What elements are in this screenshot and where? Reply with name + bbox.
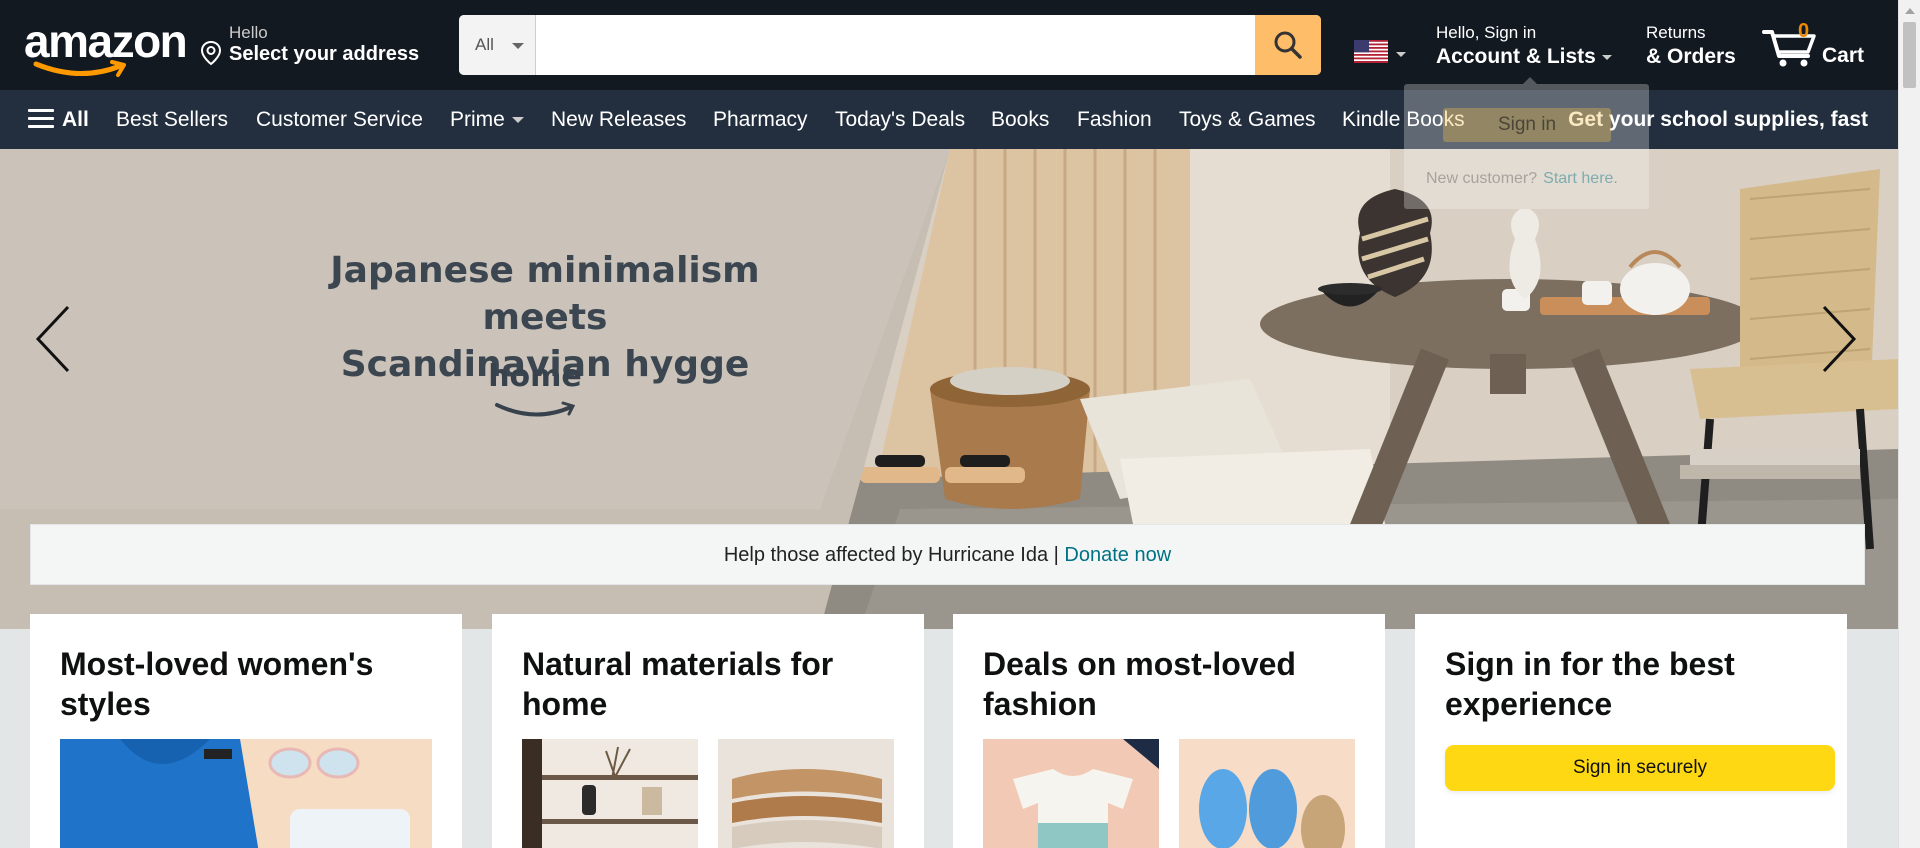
chevron-down-icon [512, 43, 524, 49]
returns-and-orders[interactable]: Returns & Orders [1646, 20, 1736, 69]
nav-item-customer-service[interactable]: Customer Service [256, 108, 423, 132]
cart-icon [1762, 30, 1816, 67]
donate-banner: Help those affected by Hurricane Ida | D… [30, 524, 1865, 585]
hero-headline-line1: Japanese minimalism meets [330, 250, 760, 338]
search-bar: All [459, 15, 1321, 75]
donate-now-link[interactable]: Donate now [1064, 544, 1171, 566]
nav-item-prime-label: Prime [450, 108, 505, 131]
hero-brand-logo: home [450, 359, 620, 429]
nav-item-new-releases[interactable]: New Releases [551, 108, 686, 132]
nav-item-todays-deals[interactable]: Today's Deals [835, 108, 965, 132]
account-label-text: Account & Lists [1436, 45, 1596, 68]
womens-styles-image[interactable] [60, 739, 432, 848]
us-flag-icon[interactable] [1354, 40, 1388, 63]
location-pin-icon [200, 40, 222, 66]
account-greeting: Hello, Sign in [1436, 23, 1537, 42]
search-icon [1274, 31, 1302, 59]
card-title-line2: experience [1445, 686, 1613, 722]
flyout-start-here-link[interactable]: Start here. [1543, 170, 1618, 187]
card-natural-materials[interactable]: Natural materials for home [492, 614, 924, 848]
chevron-down-icon [511, 117, 524, 124]
card-title-line2: styles [60, 686, 151, 722]
card-title-line1: Most-loved women's [60, 646, 374, 682]
cart-label: Cart [1822, 44, 1865, 67]
natural-materials-images[interactable] [522, 739, 894, 848]
cart-count: 0 [1798, 20, 1810, 42]
card-title-line2: fashion [983, 686, 1097, 722]
all-menu-button[interactable]: All [28, 108, 89, 132]
hamburger-icon [28, 109, 54, 129]
flyout-caret [1523, 77, 1537, 84]
page-scrollbar[interactable] [1898, 0, 1920, 848]
scrollbar-thumb[interactable] [1903, 22, 1916, 88]
amazon-logo[interactable]: amazon [24, 15, 188, 77]
card-title: Natural materials for home [522, 644, 894, 724]
chevron-down-icon [1396, 52, 1406, 57]
nav-item-prime[interactable]: Prime [450, 108, 524, 132]
returns-label: Returns [1646, 23, 1706, 42]
account-label: Account & Lists [1436, 45, 1612, 69]
account-and-lists[interactable]: Hello, Sign in Account & Lists [1436, 20, 1612, 69]
card-title: Deals on most-loved fashion [983, 644, 1355, 724]
search-category-select[interactable]: All [459, 15, 536, 75]
sign-in-securely-button[interactable]: Sign in securely [1445, 745, 1835, 791]
card-title: Most-loved women's styles [60, 644, 432, 724]
card-title-line2: home [522, 686, 608, 722]
search-input[interactable] [537, 15, 1243, 75]
brand-smile-icon [495, 401, 576, 417]
flyout-new-customer-text: New customer? [1426, 170, 1538, 187]
flyout-new-customer: New customer? Start here. [1426, 170, 1618, 188]
nav-item-pharmacy[interactable]: Pharmacy [713, 108, 808, 132]
flyout-sign-in-button[interactable]: Sign in [1443, 108, 1611, 142]
nav-item-toys-games[interactable]: Toys & Games [1179, 108, 1316, 132]
card-title-line1: Deals on most-loved [983, 646, 1296, 682]
card-title-line1: Natural materials for [522, 646, 834, 682]
top-nav: amazon Hello Select your address All Hel… [0, 0, 1898, 90]
all-menu-label: All [62, 108, 89, 131]
nav-item-best-sellers[interactable]: Best Sellers [116, 108, 228, 132]
hero-brand-text: home [488, 359, 582, 394]
address-label: Select your address [229, 43, 420, 65]
card-title: Sign in for the best experience [1445, 644, 1817, 724]
chevron-down-icon [1601, 54, 1612, 60]
fashion-deals-images[interactable] [983, 739, 1355, 848]
card-sign-in: Sign in for the best experience Sign in s… [1415, 614, 1847, 848]
cart-button[interactable]: 0 Cart [1762, 18, 1872, 74]
card-title-line1: Sign in for the best [1445, 646, 1735, 682]
search-category-label: All [475, 35, 494, 54]
nav-item-fashion[interactable]: Fashion [1077, 108, 1152, 132]
sign-in-flyout: Sign in New customer? Start here. [1404, 77, 1649, 209]
donate-text: Help those affected by Hurricane Ida | [723, 544, 1065, 566]
search-button[interactable] [1255, 15, 1321, 75]
address-greeting: Hello [229, 23, 268, 42]
carousel-next-arrow-icon[interactable] [1814, 299, 1864, 379]
card-fashion-deals[interactable]: Deals on most-loved fashion [953, 614, 1385, 848]
nav-item-books[interactable]: Books [991, 108, 1049, 132]
smile-arrow-icon [33, 60, 126, 77]
orders-label: & Orders [1646, 45, 1736, 68]
card-womens-styles[interactable]: Most-loved women's styles [30, 614, 462, 848]
scroll-up-arrow-icon[interactable] [1905, 8, 1915, 14]
carousel-prev-arrow-icon[interactable] [28, 299, 78, 379]
logo-text: amazon [24, 15, 188, 67]
